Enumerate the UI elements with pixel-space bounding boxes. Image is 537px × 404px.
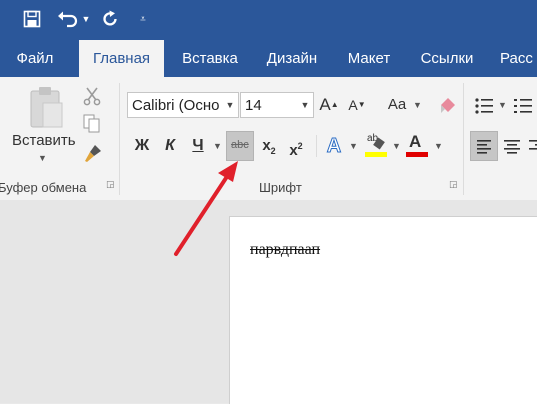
group-separator [463,83,464,195]
copy-button[interactable] [83,114,101,134]
undo-dropdown[interactable]: ▼ [80,6,92,32]
scissors-icon [83,87,101,106]
undo-button[interactable] [56,6,80,32]
paste-label[interactable]: Вставить [12,132,76,149]
tab-references[interactable]: Ссылки [410,40,484,77]
group-separator [119,83,120,195]
tab-file[interactable]: Файл [0,40,70,77]
change-case-dropdown[interactable]: ▼ [413,92,422,118]
font-group-label: Шрифт [259,180,302,195]
subscript-mark: 2 [270,146,276,156]
customize-quick-access-button[interactable]: ⩡ [136,6,150,32]
font-name-field[interactable]: Calibri (Осно ▼ [127,92,239,118]
align-right-icon [529,140,537,150]
save-icon [23,10,41,28]
numbered-list-icon [514,99,532,113]
chevron-down-icon[interactable]: ▼ [224,93,236,117]
font-color-button[interactable]: A [405,131,429,159]
highlight-color-swatch [365,152,387,157]
font-dialog-launcher[interactable]: ◲ [449,179,458,190]
shrink-font-button[interactable]: A▼ [347,92,367,118]
document-page[interactable]: парвдпаап [229,216,537,404]
font-size-field[interactable]: 14 ▼ [240,92,314,118]
font-color-dropdown[interactable]: ▼ [434,133,443,159]
bullet-list-icon [475,98,493,114]
align-right-button[interactable] [528,139,537,155]
tab-design[interactable]: Дизайн [254,40,330,77]
superscript-mark: 2 [297,141,303,151]
bold-button[interactable]: Ж [131,133,153,159]
chevron-down-icon[interactable]: ▼ [299,93,311,117]
grow-font-icon: A [319,95,331,114]
text-effects-dropdown[interactable]: ▼ [349,133,358,159]
font-color-swatch [406,152,428,157]
format-painter-button[interactable] [83,143,103,163]
grow-font-button[interactable]: A▲ [319,92,339,118]
repeat-icon [103,10,117,26]
clipboard-icon [30,87,63,128]
tab-home[interactable]: Главная [79,40,164,77]
tab-insert[interactable]: Вставка [168,40,252,77]
subscript-button[interactable]: x2 [258,133,280,159]
subscript-icon: x [262,137,271,154]
cut-button[interactable] [83,86,101,106]
strikethrough-icon: abc [231,139,249,151]
change-case-button[interactable]: Aa [384,92,410,118]
undo-icon [58,11,78,28]
paste-button[interactable] [28,85,64,129]
separator [316,135,317,157]
bullets-dropdown[interactable]: ▼ [498,92,507,118]
clipboard-dialog-launcher[interactable]: ◲ [106,179,115,190]
font-color-icon: A [409,132,422,151]
font-size-value: 14 [245,97,262,114]
document-text[interactable]: парвдпаап [250,241,320,259]
repeat-button[interactable] [98,6,122,32]
customize-icon: ⩡ [140,13,146,25]
align-left-button[interactable] [470,131,498,161]
title-bar: ▼ ⩡ [0,0,537,40]
save-button[interactable] [20,6,44,32]
bullets-button[interactable] [474,97,494,115]
text-effects-button[interactable]: A [322,133,346,159]
align-center-icon [504,140,520,154]
tab-mailings[interactable]: Расс [494,40,537,77]
eraser-icon [441,98,455,113]
paste-dropdown[interactable]: ▼ [38,153,47,163]
align-left-icon [477,140,491,154]
align-center-button[interactable] [503,139,521,155]
format-painter-icon [85,145,101,162]
numbering-button[interactable] [513,97,533,115]
clear-formatting-button[interactable] [438,96,458,116]
superscript-icon: x [289,142,298,159]
clipboard-group-label: Буфер обмена [0,180,87,195]
highlight-button[interactable]: ab [364,133,388,159]
font-name-value: Calibri (Осно [132,97,220,114]
superscript-button[interactable]: x2 [285,133,307,159]
annotation-arrow-icon [174,161,238,256]
ribbon-tabs: Файл Главная Вставка Дизайн Макет Ссылки… [0,40,537,77]
tab-layout[interactable]: Макет [334,40,404,77]
highlight-dropdown[interactable]: ▼ [392,133,401,159]
shrink-font-icon: A [348,97,358,113]
ribbon: Вставить ▼ Буфер обмена ◲ Calibri (Осно … [0,77,537,201]
copy-icon [83,114,100,133]
